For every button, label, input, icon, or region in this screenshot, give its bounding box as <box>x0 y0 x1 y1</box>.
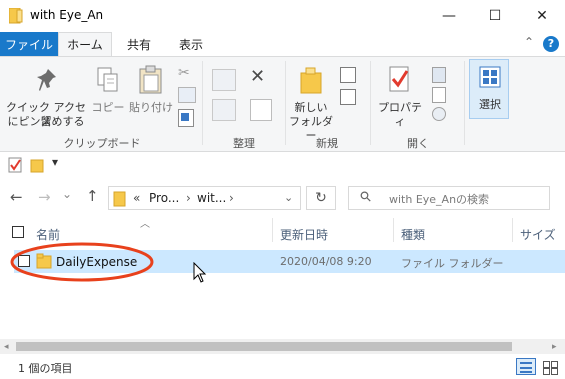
open-icon[interactable] <box>432 67 446 83</box>
minimize-button[interactable]: — <box>426 0 472 32</box>
select-grid-icon <box>479 66 501 88</box>
column-size[interactable]: サイズ <box>520 226 556 243</box>
scroll-left-icon[interactable]: ◂ <box>4 342 9 352</box>
file-type: ファイル フォルダー <box>401 257 504 270</box>
divider <box>285 61 286 145</box>
easy-access-icon[interactable] <box>340 89 356 105</box>
paste-button[interactable]: 貼り付け <box>128 59 174 115</box>
copy-path-icon[interactable] <box>178 87 196 103</box>
qat-customize-dropdown[interactable]: ▾ <box>52 155 58 169</box>
details-view-button[interactable] <box>516 358 536 375</box>
horizontal-scrollbar[interactable]: ◂ ▸ <box>0 339 565 354</box>
large-icons-view-button[interactable] <box>540 358 560 375</box>
address-segment-programs[interactable]: Pro... <box>149 191 179 205</box>
maximize-button[interactable]: ☐ <box>472 0 518 32</box>
folder-icon <box>113 191 126 207</box>
file-modified: 2020/04/08 9:20 <box>280 255 372 268</box>
scrollbar-thumb[interactable] <box>16 342 512 351</box>
up-button[interactable]: ↑ <box>86 187 99 205</box>
cut-icon[interactable]: ✂ <box>178 65 194 81</box>
ribbon: クイック アクセス にピン留めする コピー 貼り付け ✂ クリップボード ✕ 整… <box>0 56 565 152</box>
clipboard-group-label: クリップボード <box>63 137 141 150</box>
properties-qat-icon[interactable] <box>8 157 22 173</box>
divider <box>202 61 203 145</box>
paste-shortcut-icon[interactable] <box>178 109 194 127</box>
annotation-ellipse <box>10 242 154 282</box>
search-placeholder: with Eye_Anの検索 <box>389 193 490 206</box>
recent-locations-button[interactable]: ⌄ <box>62 187 72 201</box>
properties-icon <box>389 66 409 92</box>
tab-share[interactable]: 共有 <box>116 32 162 56</box>
pin-quick-access-button[interactable]: クイック アクセス にピン留めする <box>4 59 88 129</box>
column-divider[interactable] <box>272 218 273 242</box>
navigation-bar: ← → ⌄ ↑ « Pro... › wit... › ⌄ ↻ ⚲ with E… <box>0 178 565 218</box>
copy-icon <box>97 67 118 92</box>
forward-button[interactable]: → <box>38 188 51 206</box>
address-dropdown-button[interactable]: ⌄ <box>284 191 293 204</box>
divider <box>370 61 371 145</box>
new-folder-icon <box>300 67 322 94</box>
column-divider[interactable] <box>393 218 394 242</box>
clipboard-icon <box>139 65 162 94</box>
edit-icon[interactable] <box>432 87 446 103</box>
delete-icon[interactable]: ✕ <box>250 67 270 87</box>
refresh-button[interactable]: ↻ <box>306 186 336 210</box>
help-icon[interactable]: ? <box>543 36 559 52</box>
tab-view[interactable]: 表示 <box>166 32 216 56</box>
mouse-cursor-icon <box>193 262 207 283</box>
open-group-label: 開く <box>407 137 429 150</box>
address-chevron[interactable]: › <box>229 191 234 205</box>
column-modified[interactable]: 更新日時 <box>280 226 328 243</box>
scroll-right-icon[interactable]: ▸ <box>552 342 557 352</box>
properties-button[interactable]: プロパティ <box>374 59 426 128</box>
tab-home[interactable]: ホーム <box>58 32 112 56</box>
item-count: 1 個の項目 <box>18 362 73 375</box>
history-icon[interactable] <box>432 107 446 121</box>
title-bar: with Eye_An — ☐ ✕ <box>0 0 565 32</box>
back-button[interactable]: ← <box>10 188 23 206</box>
close-button[interactable]: ✕ <box>519 0 565 32</box>
divider <box>464 61 465 145</box>
copy-button[interactable]: コピー <box>90 59 126 115</box>
new-group-label: 新規 <box>316 137 338 150</box>
select-all-checkbox[interactable] <box>12 226 24 238</box>
new-folder-qat-icon[interactable] <box>30 157 44 173</box>
address-overflow[interactable]: « <box>133 191 140 205</box>
pin-icon <box>37 69 56 91</box>
new-folder-button[interactable]: 新しい フォルダー <box>288 59 334 142</box>
tab-file[interactable]: ファイル <box>0 32 58 56</box>
move-to-icon[interactable] <box>212 69 236 91</box>
column-type[interactable]: 種類 <box>401 226 425 243</box>
ribbon-collapse-button[interactable]: ⌃ <box>521 35 537 51</box>
search-icon: ⚲ <box>356 187 376 207</box>
folder-icon <box>9 8 23 24</box>
status-bar: 1 個の項目 <box>0 354 565 379</box>
select-button[interactable]: 選択 <box>469 59 509 119</box>
sort-indicator-icon: ︿ <box>140 219 150 230</box>
window-title: with Eye_An <box>30 8 104 22</box>
organize-group-label: 整理 <box>233 137 255 150</box>
column-divider[interactable] <box>512 218 513 242</box>
address-bar[interactable]: « Pro... › wit... › <box>108 186 301 210</box>
address-segment-current[interactable]: wit... <box>197 191 226 205</box>
new-item-icon[interactable] <box>340 67 356 83</box>
quick-access-toolbar: ▾ <box>0 152 565 178</box>
copy-to-icon[interactable] <box>212 99 236 121</box>
search-box[interactable]: ⚲ with Eye_Anの検索 <box>348 186 550 210</box>
address-chevron[interactable]: › <box>186 191 191 205</box>
rename-icon[interactable] <box>250 99 272 121</box>
ribbon-tabs: ファイル ホーム 共有 表示 ⌃ ? <box>0 32 565 56</box>
